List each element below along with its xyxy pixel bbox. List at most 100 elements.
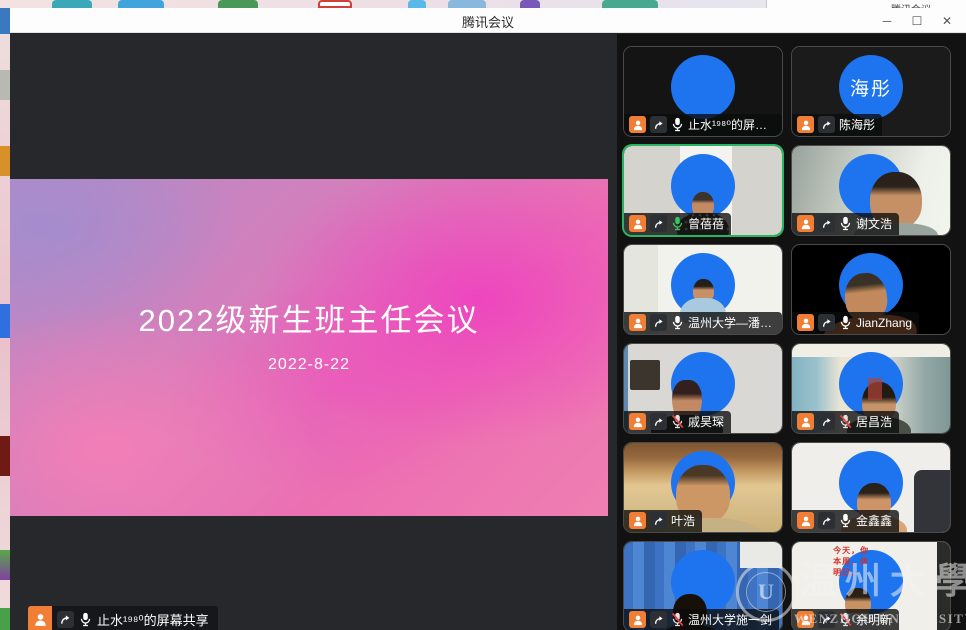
screen-share-badge-icon — [650, 512, 667, 529]
participants-grid: 止水¹⁹⁸⁰的屏幕共... 海彤 — [623, 46, 951, 630]
host-badge-icon — [28, 606, 52, 630]
screen-share-badge-icon — [650, 215, 667, 232]
titlebar[interactable]: 腾讯会议 ─ ☐ ✕ — [10, 8, 966, 33]
mic-on-icon — [79, 612, 92, 627]
participants-sidebar[interactable]: 止水¹⁹⁸⁰的屏幕共... 海彤 — [617, 34, 966, 630]
screen-share-badge-icon — [818, 413, 835, 430]
participant-name: 温州大学—潘龙飞 — [688, 314, 775, 331]
screen-share-badge-icon — [818, 611, 835, 628]
participant-label: 曾蓓蓓 — [624, 213, 731, 235]
participant-name: 谢文浩 — [856, 215, 892, 232]
taskbar-icon-fragment — [218, 0, 258, 8]
participant-tile[interactable]: JianZhang — [791, 244, 951, 335]
participant-tile[interactable]: 谢文浩 — [791, 145, 951, 236]
poster-text: 今天，你本周，休明日， — [833, 545, 869, 579]
participant-tile[interactable]: 叶浩 — [623, 442, 783, 533]
desktop-icon-fragment — [0, 550, 10, 580]
meeting-window: 腾讯会议 ─ ☐ ✕ 2022级新生班主任会议 2022-8-22 — [10, 8, 966, 630]
background-window-strip: 腾讯会议 — [0, 0, 966, 8]
host-badge-icon — [629, 215, 646, 232]
host-badge-icon — [797, 611, 814, 628]
mic-muted-icon — [671, 612, 684, 627]
participant-name: 曾蓓蓓 — [688, 215, 724, 232]
host-badge-icon — [797, 512, 814, 529]
host-badge-icon — [629, 413, 646, 430]
participant-name: 余明新 — [856, 611, 892, 628]
participant-label: 居昌浩 — [792, 411, 899, 433]
mic-on-icon — [839, 513, 852, 528]
participant-name: 居昌浩 — [856, 413, 892, 430]
maximize-button[interactable]: ☐ — [902, 8, 932, 33]
avatar — [671, 55, 735, 119]
participant-name: JianZhang — [856, 316, 912, 330]
desktop-icon-fragment — [0, 304, 10, 338]
desktop-icon-fragment — [0, 8, 10, 34]
participant-label: JianZhang — [792, 312, 919, 334]
taskbar-icon-fragment — [318, 0, 352, 8]
participant-name: 叶浩 — [671, 512, 695, 529]
participant-name: 陈海彤 — [839, 116, 875, 133]
participant-tile[interactable]: 温州大学施一剑 — [623, 541, 783, 630]
participant-label: 陈海彤 — [792, 114, 882, 136]
participant-name: 金鑫鑫 — [856, 512, 892, 529]
mic-muted-icon — [839, 414, 852, 429]
participant-label: 戚昊琛 — [624, 411, 731, 433]
taskbar-icon-fragment — [448, 0, 486, 8]
mic-on-icon — [671, 117, 684, 132]
mic-speaking-icon — [671, 216, 684, 231]
mic-muted-icon — [671, 414, 684, 429]
participant-tile[interactable]: 居昌浩 — [791, 343, 951, 434]
taskbar-icon-fragment — [520, 0, 540, 8]
taskbar-icon-fragment — [118, 0, 164, 8]
host-badge-icon — [629, 512, 646, 529]
participant-name: 戚昊琛 — [688, 413, 724, 430]
host-badge-icon — [797, 116, 814, 133]
screen-share-badge-icon — [818, 314, 835, 331]
slide-date: 2022-8-22 — [268, 356, 350, 374]
sharer-name: 止水¹⁹⁸⁰的屏幕共享 — [97, 610, 209, 629]
presentation-slide: 2022级新生班主任会议 2022-8-22 — [10, 179, 608, 516]
participant-label: 温州大学施一剑 — [624, 609, 779, 630]
participant-tile[interactable]: 曾蓓蓓 — [623, 145, 783, 236]
participant-tile[interactable]: 海彤 陈海彤 — [791, 46, 951, 137]
screen-share-badge-icon — [650, 116, 667, 133]
close-button[interactable]: ✕ — [932, 8, 962, 33]
participant-tile[interactable]: 今天，你本周，休明日， 余明新 — [791, 541, 951, 630]
window-title: 腾讯会议 — [10, 12, 966, 31]
participant-label: 余明新 — [792, 609, 899, 630]
desktop-icon-fragment — [0, 608, 10, 630]
screen-share-badge-icon — [818, 215, 835, 232]
participant-label: 温州大学—潘龙飞 — [624, 312, 782, 334]
taskbar-icon-fragment — [408, 0, 426, 8]
participant-tile[interactable]: 温州大学—潘龙飞 — [623, 244, 783, 335]
avatar-initials: 海彤 — [850, 74, 892, 101]
mic-on-icon — [839, 216, 852, 231]
participant-label: 谢文浩 — [792, 213, 899, 235]
mic-on-icon — [839, 315, 852, 330]
participant-tile[interactable]: 戚昊琛 — [623, 343, 783, 434]
screen-share-badge-icon — [818, 512, 835, 529]
host-badge-icon — [629, 116, 646, 133]
slide-title: 2022级新生班主任会议 — [139, 295, 480, 340]
desktop-icon-fragment — [0, 436, 10, 476]
host-badge-icon — [797, 314, 814, 331]
host-badge-icon — [629, 314, 646, 331]
host-badge-icon — [629, 611, 646, 628]
taskbar-icon-fragment — [52, 0, 92, 8]
background-window-title: 腾讯会议 — [891, 1, 931, 8]
mic-on-icon — [671, 315, 684, 330]
screen: 腾讯会议 腾讯会议 ─ ☐ ✕ 2022级新生班主任会议 2022-8 — [0, 0, 966, 630]
screen-share-badge-icon — [650, 314, 667, 331]
participant-tile[interactable]: 金鑫鑫 — [791, 442, 951, 533]
screen-share-badge-icon — [57, 611, 74, 628]
shared-screen-area: 2022级新生班主任会议 2022-8-22 止水¹⁹⁸⁰的屏 — [10, 34, 617, 630]
minimize-button[interactable]: ─ — [872, 8, 902, 33]
participant-label: 叶浩 — [624, 510, 702, 532]
participant-tile[interactable]: 止水¹⁹⁸⁰的屏幕共... — [623, 46, 783, 137]
participant-name: 止水¹⁹⁸⁰的屏幕共... — [688, 116, 775, 133]
mic-muted-icon — [839, 612, 852, 627]
desktop-edge-strip — [0, 8, 10, 630]
participant-name: 温州大学施一剑 — [688, 611, 772, 628]
screen-share-badge-icon — [650, 413, 667, 430]
participant-label: 止水¹⁹⁸⁰的屏幕共... — [624, 114, 782, 136]
